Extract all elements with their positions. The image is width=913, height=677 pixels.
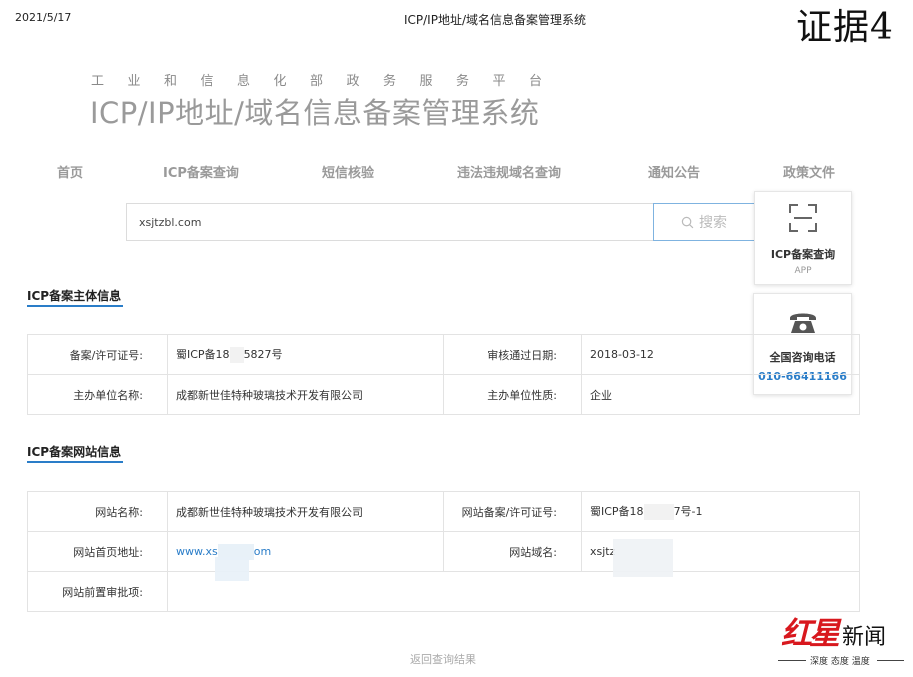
domain-label: 网站域名: xyxy=(443,531,582,572)
watermark-brand-xing: 星 xyxy=(809,616,840,652)
organizer-type-label: 主办单位性质: xyxy=(443,374,582,415)
site-license-value: 蜀ICP备18 7号-1 xyxy=(581,491,860,532)
redaction-mark xyxy=(229,347,244,363)
watermark-brand-hong: 红 xyxy=(781,616,812,652)
website-section-title: ICP备案网站信息 xyxy=(27,443,123,463)
homepage-label: 网站首页地址: xyxy=(27,531,168,572)
redaction-mark xyxy=(643,504,674,520)
site-name-value: 成都新世佳特种玻璃技术开发有限公司 xyxy=(167,491,444,532)
approval-date-value: 2018-03-12 xyxy=(581,334,860,375)
table-row: 网站名称: 成都新世佳特种玻璃技术开发有限公司 网站备案/许可证号: 蜀ICP备… xyxy=(27,491,860,532)
approval-date-label: 审核通过日期: xyxy=(443,334,582,375)
license-value: 蜀ICP备18 5827号 xyxy=(167,334,444,375)
pre-approval-value xyxy=(167,571,860,612)
app-card-subtitle: APP xyxy=(794,266,812,276)
print-page-title: ICP/IP地址/域名信息备案管理系统 xyxy=(403,13,587,27)
redaction-block xyxy=(613,539,673,577)
pre-approval-label: 网站前置审批项: xyxy=(27,571,168,612)
subject-section-title-text: ICP备案主体信息 xyxy=(27,289,122,303)
red-star-news-watermark: 红星新闻 深度 态度 温度 xyxy=(778,608,906,672)
table-row: 网站前置审批项: xyxy=(27,571,860,612)
search-button-label: 搜索 xyxy=(699,215,727,231)
back-to-results-link[interactable]: 返回查询结果 xyxy=(0,651,886,667)
site-name-label: 网站名称: xyxy=(27,491,168,532)
homepage-link[interactable]: www.xs om xyxy=(176,543,271,560)
website-info-table: 网站名称: 成都新世佳特种玻璃技术开发有限公司 网站备案/许可证号: 蜀ICP备… xyxy=(27,491,860,612)
nav-icp-query[interactable]: ICP备案查询 xyxy=(163,162,239,181)
nav-policy-docs[interactable]: 政策文件 xyxy=(783,162,835,181)
watermark-brand-news: 新闻 xyxy=(842,625,887,650)
search-input[interactable] xyxy=(126,203,654,241)
redaction-block xyxy=(215,557,249,581)
website-section-title-text: ICP备案网站信息 xyxy=(27,445,122,459)
section-underline xyxy=(27,305,123,307)
search-button[interactable]: 搜索 xyxy=(653,203,755,241)
table-row: 网站首页地址: www.xs om 网站域名: xsjtz xyxy=(27,531,860,572)
watermark-line xyxy=(877,660,904,661)
site-license-label: 网站备案/许可证号: xyxy=(443,491,582,532)
nav-sms-verify[interactable]: 短信核验 xyxy=(322,162,374,181)
homepage-value: www.xs om xyxy=(167,531,444,572)
qr-scan-icon xyxy=(755,203,851,233)
evidence-mark: 证据4 xyxy=(796,7,894,48)
watermark-line xyxy=(778,660,806,661)
main-nav: 首页 ICP备案查询 短信核验 违法违规域名查询 通知公告 政策文件 xyxy=(0,162,913,182)
subject-section-title: ICP备案主体信息 xyxy=(27,287,123,307)
nav-notices[interactable]: 通知公告 xyxy=(648,162,700,181)
app-download-card[interactable]: ICP备案查询 APP xyxy=(754,191,852,285)
table-row: 备案/许可证号: 蜀ICP备18 5827号 审核通过日期: 2018-03-12 xyxy=(27,334,860,375)
organizer-name-label: 主办单位名称: xyxy=(27,374,168,415)
subject-info-table: 备案/许可证号: 蜀ICP备18 5827号 审核通过日期: 2018-03-12… xyxy=(27,334,860,415)
system-title: ICP/IP地址/域名信息备案管理系统 xyxy=(90,96,540,130)
telephone-icon xyxy=(754,308,851,336)
watermark-slogan: 深度 态度 温度 xyxy=(810,657,870,667)
app-card-title: ICP备案查询 xyxy=(770,248,836,261)
nav-illegal-domain-query[interactable]: 违法违规域名查询 xyxy=(457,162,561,181)
nav-home[interactable]: 首页 xyxy=(57,162,83,181)
search-icon xyxy=(681,216,694,228)
license-label: 备案/许可证号: xyxy=(27,334,168,375)
table-row: 主办单位名称: 成都新世佳特种玻璃技术开发有限公司 主办单位性质: 企业 xyxy=(27,374,860,415)
organizer-type-value: 企业 xyxy=(581,374,860,415)
organizer-name-value: 成都新世佳特种玻璃技术开发有限公司 xyxy=(167,374,444,415)
section-underline xyxy=(27,461,123,463)
ministry-name: 工业和信息化部政务服务平台 xyxy=(91,74,566,89)
